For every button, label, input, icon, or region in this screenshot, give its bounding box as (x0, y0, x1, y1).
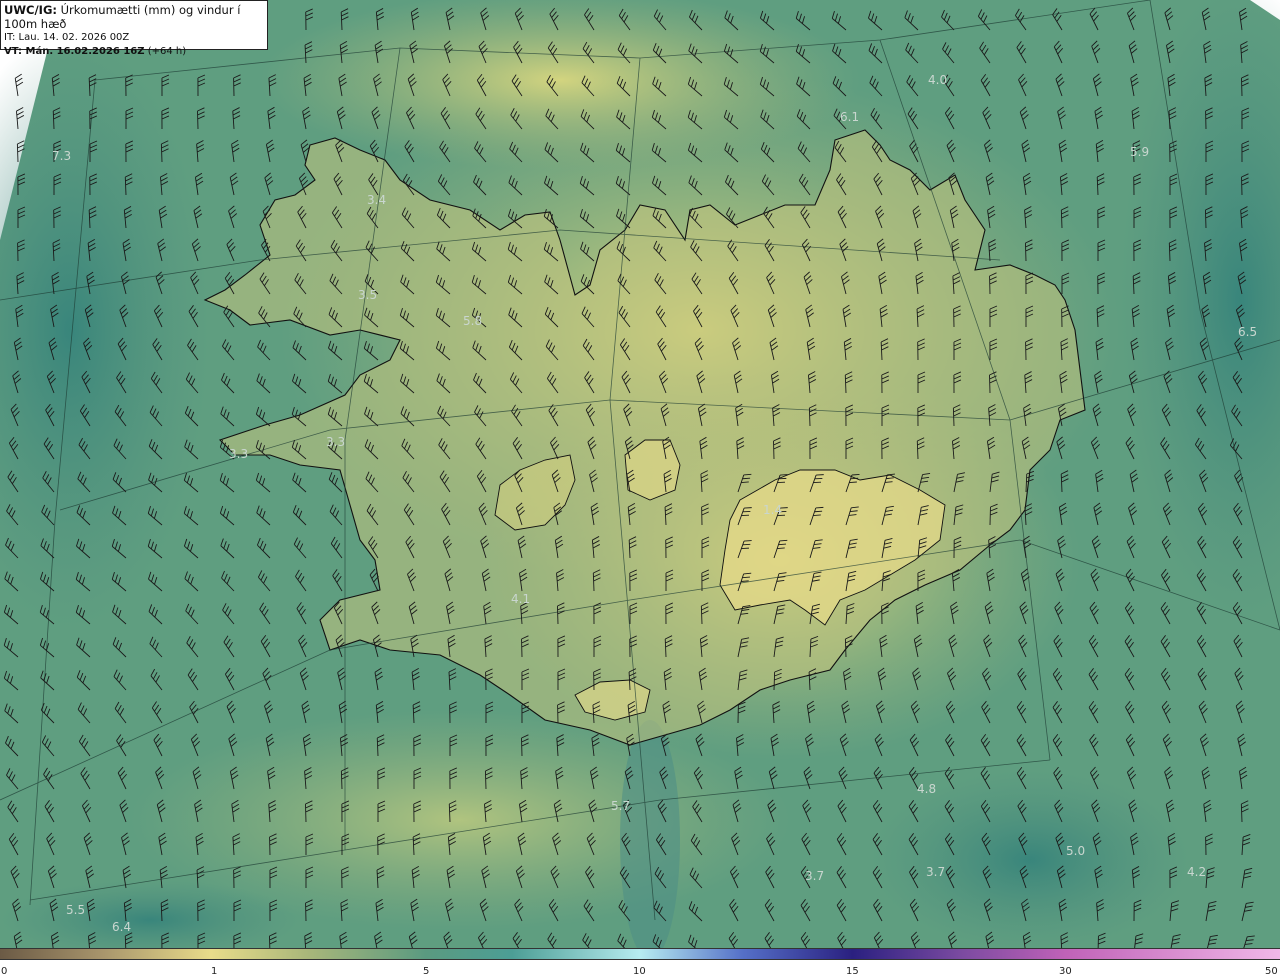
glacier-hofsjokull (624, 439, 681, 501)
colorbar-tick: 30 (1059, 966, 1072, 977)
model-name: UWC/IG: (4, 3, 57, 17)
map-value-label: 6.5 (1238, 325, 1257, 339)
map-value-label: 4.0 (928, 73, 947, 87)
forecast-lead: (+64 h) (147, 45, 187, 57)
map-value-label: 5.7 (611, 799, 630, 813)
precipitation-map[interactable]: 7.3 3.4 3.5 5.8 3.3 3.3 6.1 4.0 5.9 6.5 … (0, 0, 1280, 948)
colorbar: 0 1 5 10 15 30 50 (0, 948, 1280, 978)
map-value-label: 4.1 (511, 592, 530, 606)
colorbar-tick: 15 (846, 966, 859, 977)
map-value-label: 3.7 (926, 865, 945, 879)
colorbar-tick: 5 (423, 966, 430, 977)
colorbar-strip (0, 948, 1280, 960)
colorbar-tick: 1 (211, 966, 218, 977)
map-value-label: 4.2 (1187, 865, 1206, 879)
map-canvas: 7.3 3.4 3.5 5.8 3.3 3.3 6.1 4.0 5.9 6.5 … (0, 0, 1280, 948)
map-value-label: 3.3 (326, 435, 345, 449)
map-value-label: 4.8 (917, 782, 936, 796)
map-value-label: 6.4 (112, 920, 131, 934)
map-value-label: 5.5 (66, 903, 85, 917)
field-low-southeast (870, 770, 1190, 948)
colorbar-tick: 50 (1265, 966, 1278, 977)
map-value-label: 3.5 (358, 288, 377, 302)
init-time: IT: Lau. 14. 02. 2026 00Z (4, 32, 130, 43)
map-value-label: 3.7 (805, 869, 824, 883)
map-value-label: 5.0 (1066, 844, 1085, 858)
map-value-label: 6.1 (840, 110, 859, 124)
map-value-label: 5.8 (463, 314, 482, 328)
map-value-label: 3.3 (229, 447, 248, 461)
valid-time: VT: Mán. 16.02.2026 16Z (4, 45, 145, 57)
map-title-box: UWC/IG: Úrkomumætti (mm) og vindur í 100… (0, 0, 268, 57)
colorbar-tick: 0 (1, 966, 8, 977)
map-value-label: 5.9 (1130, 145, 1149, 159)
colorbar-tick: 10 (633, 966, 646, 977)
map-value-label: 7.3 (52, 149, 71, 163)
map-value-label: 1.4 (763, 503, 782, 517)
map-value-label: 3.4 (367, 193, 386, 207)
